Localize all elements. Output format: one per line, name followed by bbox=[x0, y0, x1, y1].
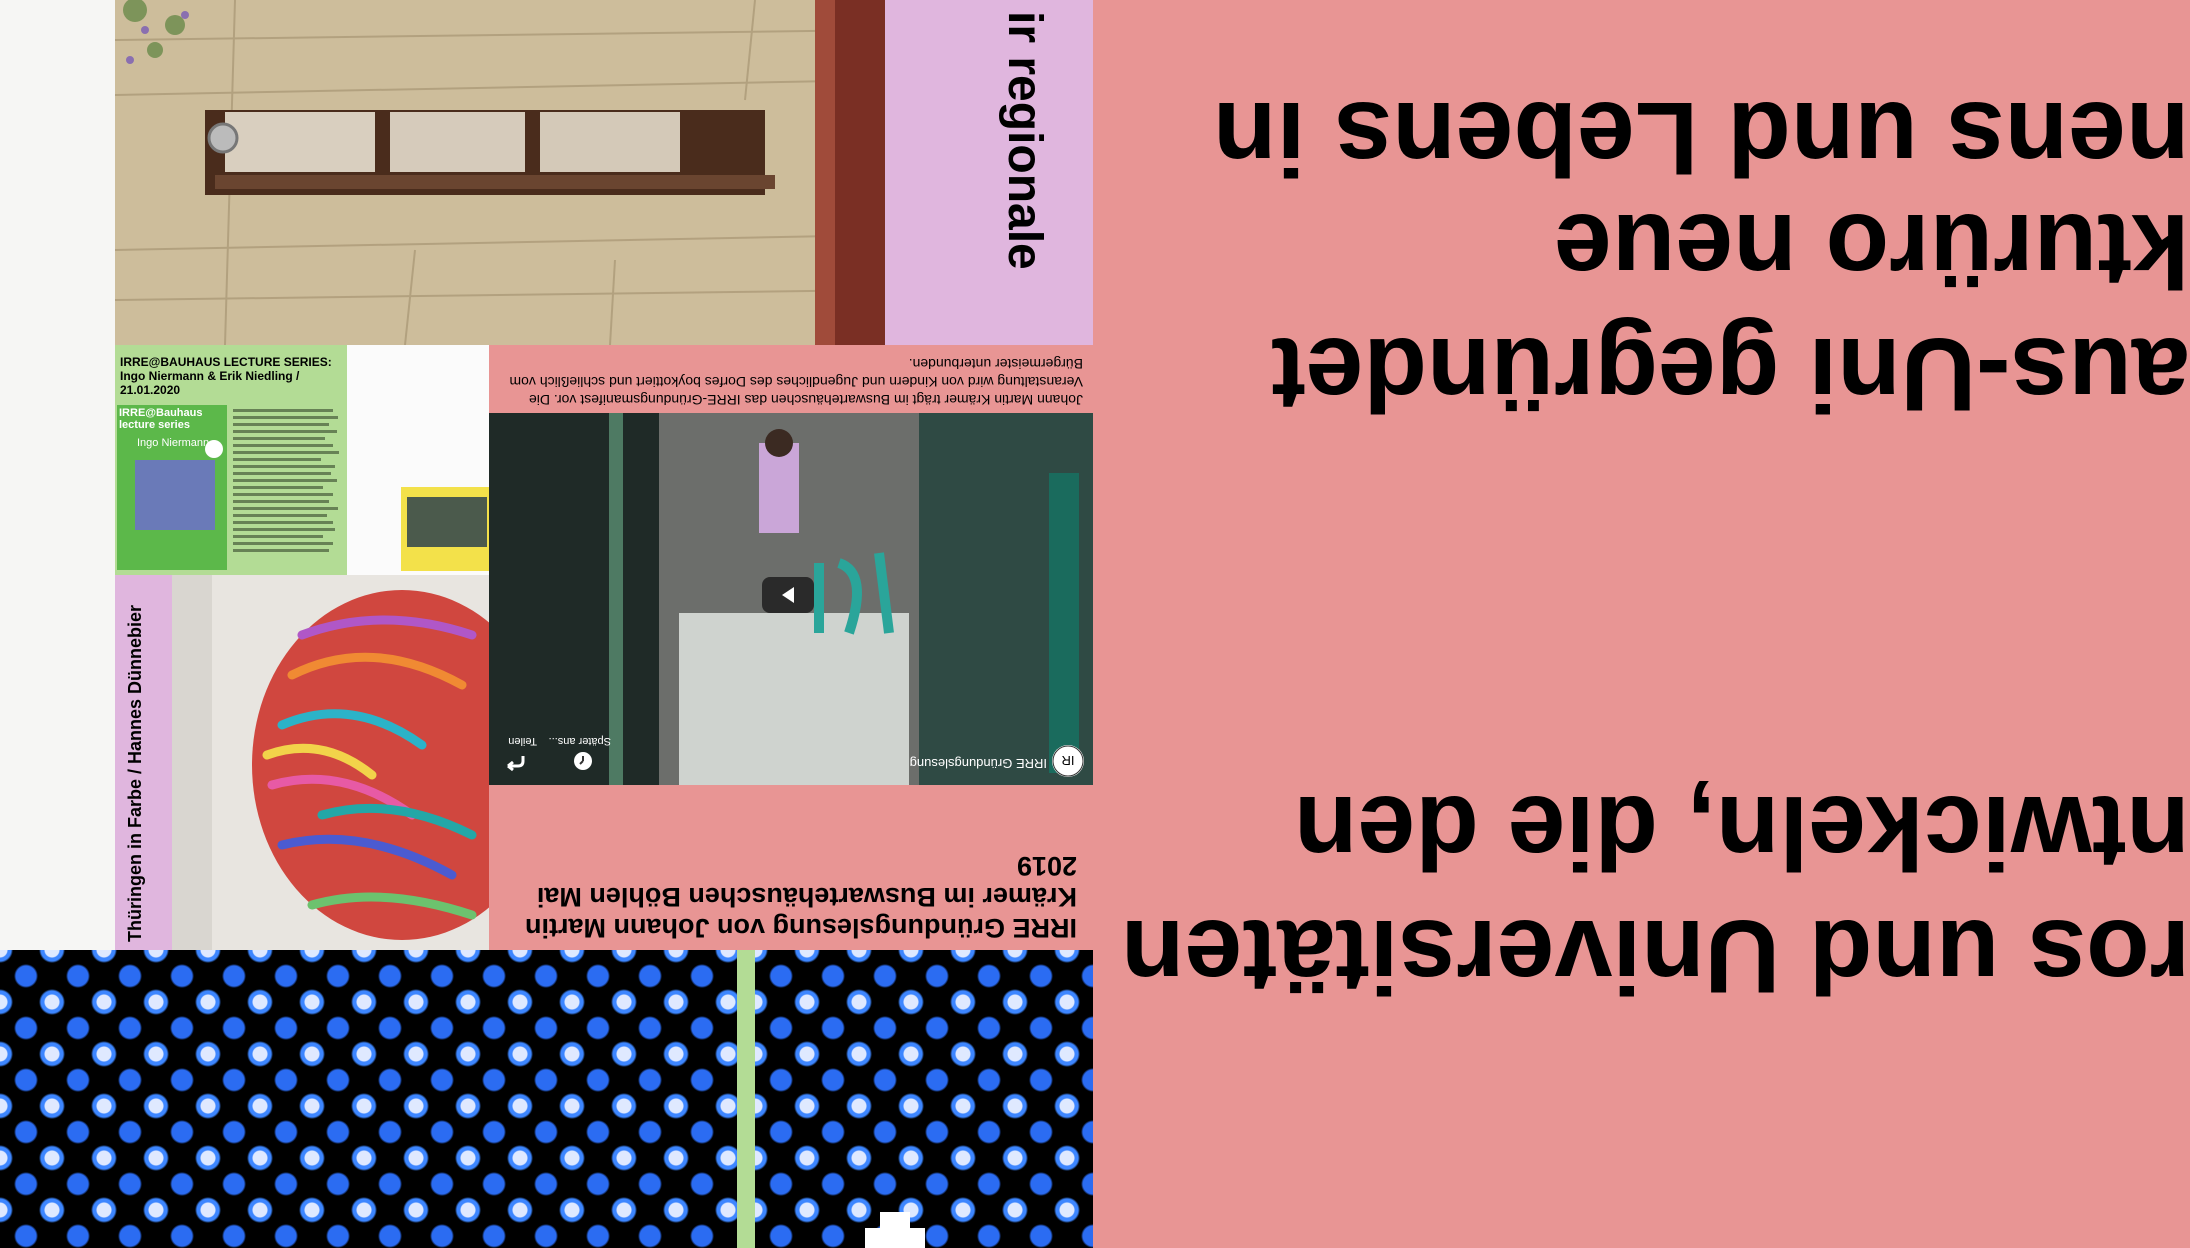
channel-logo-icon: IR bbox=[1052, 745, 1084, 777]
share-button[interactable] bbox=[502, 748, 528, 774]
manifesto-line: kturüro neue bbox=[1554, 192, 2190, 308]
poster-logo-icon bbox=[205, 440, 223, 458]
blue-pattern-tile[interactable] bbox=[755, 950, 1093, 1248]
hair-label-text: Thüringen in Farbe / Hannes Dünnebier bbox=[125, 604, 145, 942]
pattern-white-shape bbox=[880, 1212, 910, 1232]
manifesto-line: ros und Universitäten bbox=[1120, 898, 2190, 1014]
clock-icon bbox=[574, 752, 592, 770]
lecture-poster: IRRE@Bauhaus lecture series Ingo Nierman… bbox=[117, 405, 227, 570]
colorful-hair-photo[interactable] bbox=[172, 575, 489, 950]
watch-later-button[interactable] bbox=[570, 748, 596, 774]
wall-window-photo[interactable] bbox=[115, 0, 885, 345]
thumbnail-photo bbox=[407, 497, 487, 547]
video-title[interactable]: IRRE Gründungslesung bbox=[887, 751, 1047, 771]
thumbnail-image bbox=[401, 487, 489, 571]
manifesto-line: nens und Lebens in bbox=[1213, 80, 2190, 196]
event-caption: Johann Martin Krämer trägt im Buswartehä… bbox=[509, 356, 1083, 408]
poster-speaker: Ingo Niermann bbox=[137, 437, 210, 449]
text-lines-graphic bbox=[233, 409, 339, 552]
share-icon bbox=[507, 756, 525, 772]
blue-pattern-tile[interactable] bbox=[0, 950, 737, 1248]
svg-text:IR: IR bbox=[1062, 753, 1075, 768]
regionale-label-text: ir regionale bbox=[998, 11, 1051, 270]
lecture-body-text bbox=[233, 407, 343, 567]
manifesto-line: aus-Uni gegründet bbox=[1271, 316, 2190, 432]
colorful-hair-image bbox=[172, 575, 489, 950]
manifesto-line: ntwickeln, die den bbox=[1294, 774, 2190, 890]
thumbnail-card[interactable] bbox=[347, 345, 489, 575]
divider-strip bbox=[737, 950, 755, 1248]
video-player[interactable]: IR IRRE Gründungslesung Später ans... Te… bbox=[489, 413, 1093, 785]
manifesto-panel: nens und Lebens in kturüro neue aus-Uni … bbox=[1093, 0, 2190, 1248]
poster-photo bbox=[135, 460, 215, 530]
lecture-series-card[interactable]: IRRE@BAUHAUS LECTURE SERIES: Ingo Nierma… bbox=[115, 345, 347, 575]
share-label: Teilen bbox=[508, 735, 537, 747]
event-headline: IRRE Gründungslesung von Johann Martin K… bbox=[524, 851, 1077, 943]
hair-label: Thüringen in Farbe / Hannes Dünnebier bbox=[115, 575, 172, 950]
play-icon bbox=[782, 587, 794, 603]
watch-later-label: Später ans... bbox=[548, 735, 611, 747]
wall-window-image bbox=[115, 0, 885, 345]
regionale-label: ir regionale bbox=[885, 0, 1093, 345]
poster-title: IRRE@Bauhaus lecture series bbox=[119, 407, 203, 431]
lecture-title: IRRE@BAUHAUS LECTURE SERIES: Ingo Nierma… bbox=[120, 355, 332, 397]
play-button[interactable] bbox=[762, 577, 814, 613]
channel-avatar[interactable]: IR bbox=[1052, 745, 1084, 777]
